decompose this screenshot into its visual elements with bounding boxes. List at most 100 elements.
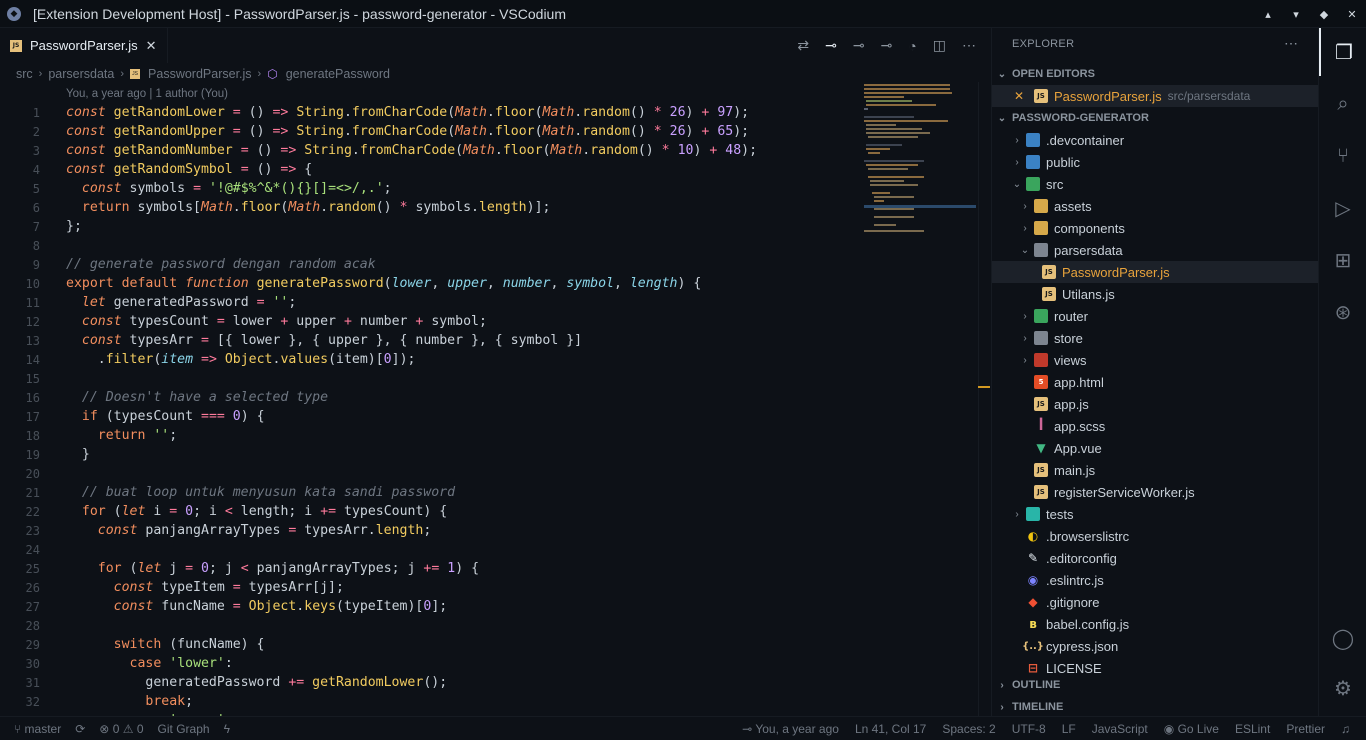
eslint-status[interactable]: ESLint (1235, 722, 1270, 736)
tree-item-passwordparser[interactable]: JS PasswordParser.js (992, 261, 1319, 283)
split-editor-icon[interactable]: ◫ (933, 37, 946, 54)
tree-item-parsersdata[interactable]: ⌄ parsersdata (992, 239, 1319, 261)
chevron-right-icon: › (1023, 310, 1027, 322)
git-graph-icon[interactable]: ⊛ (1319, 288, 1366, 336)
tree-item-app-vue[interactable]: ▼ App.vue (992, 437, 1319, 459)
language-mode[interactable]: JavaScript (1092, 722, 1148, 736)
timeline-section[interactable]: › TIMELINE (992, 696, 1319, 718)
cursor-position[interactable]: Ln 41, Col 17 (855, 722, 926, 736)
editor-scrollbar[interactable] (978, 82, 990, 716)
tree-item-registerserviceworker[interactable]: JS registerServiceWorker.js (992, 481, 1319, 503)
window-title: [Extension Development Host] - PasswordP… (33, 5, 566, 22)
tree-item-src[interactable]: ⌄ src (992, 173, 1319, 195)
indentation[interactable]: Spaces: 2 (942, 722, 995, 736)
code-line: 18 return ''; (0, 426, 860, 445)
tree-item-store[interactable]: › store (992, 327, 1319, 349)
tab-close-icon[interactable]: ✕ (146, 38, 157, 54)
open-editor-item[interactable]: ✕ JS PasswordParser.js src/parsersdata (992, 85, 1319, 107)
html-file-icon: 5 (1034, 375, 1048, 389)
tree-item-utilans[interactable]: JS Utilans.js (992, 283, 1319, 305)
restore-icon[interactable]: ◆ (1310, 8, 1338, 21)
previous-change-icon[interactable]: ⊸ (853, 37, 865, 54)
js-file-icon: JS (1034, 463, 1048, 477)
tree-item-label: components (1054, 220, 1125, 236)
tree-item-main-js[interactable]: JS main.js (992, 459, 1319, 481)
folder-icon (1026, 133, 1040, 147)
tree-item-babel-config[interactable]: ʙ babel.config.js (992, 613, 1319, 635)
tree-item-app-html[interactable]: 5 app.html (992, 371, 1319, 393)
breadcrumb-file[interactable]: PasswordParser.js (148, 67, 252, 81)
scrollbar-marker (978, 386, 990, 388)
line-number: 9 (32, 257, 40, 272)
source-control-icon[interactable]: ⑂ (1319, 132, 1366, 180)
code-line: 31 generatedPassword += getRandomLower()… (0, 673, 860, 692)
git-branch-icon: ⑂ (14, 722, 22, 736)
project-section[interactable]: ⌄ PASSWORD-GENERATOR (992, 107, 1319, 129)
next-change-icon[interactable]: ⊸ (881, 37, 893, 54)
code-line: 22 for (let i = 0; i < length; i += type… (0, 502, 860, 521)
more-actions-icon[interactable]: ⋯ (962, 37, 976, 54)
sync-icon[interactable]: ⟳ (75, 722, 85, 736)
tree-item-router[interactable]: › router (992, 305, 1319, 327)
minimap-slider[interactable] (864, 205, 976, 208)
run-debug-icon[interactable]: ▷ (1319, 184, 1366, 232)
notifications-icon[interactable]: ♫ (1341, 722, 1350, 736)
lightning-icon[interactable]: ϟ (224, 722, 230, 736)
open-editors-section[interactable]: ⌄ OPEN EDITORS (992, 63, 1319, 85)
breadcrumb-symbol[interactable]: generatePassword (286, 67, 390, 81)
breadcrumb-src[interactable]: src (16, 67, 33, 81)
tree-item-devcontainer[interactable]: › .devcontainer (992, 129, 1319, 151)
account-icon[interactable]: ◯ (1319, 614, 1366, 662)
collapse-icon[interactable]: ▴ (1254, 8, 1282, 21)
timeline-icon[interactable]: ◔ (908, 38, 916, 54)
tree-item-assets[interactable]: › assets (992, 195, 1319, 217)
code-editor[interactable]: You, a year ago | 1 author (You) 1 const … (0, 86, 860, 716)
prettier-status[interactable]: Prettier (1286, 722, 1325, 736)
explorer-icon[interactable]: ❐ (1319, 28, 1366, 76)
tree-item-eslintrc[interactable]: ◉ .eslintrc.js (992, 569, 1319, 591)
minimap[interactable] (862, 82, 978, 242)
tree-item-public[interactable]: › public (992, 151, 1319, 173)
outline-section[interactable]: › OUTLINE (992, 674, 1319, 696)
tree-item-browserslistrc[interactable]: ◐ .browserslistrc (992, 525, 1319, 547)
extensions-icon[interactable]: ⊞ (1319, 236, 1366, 284)
tree-item-app-js[interactable]: JS app.js (992, 393, 1319, 415)
activity-bar: ❐ ⌕ ⑂ ▷ ⊞ ⊛ ◯ ⚙ (1318, 28, 1366, 716)
close-icon[interactable]: ✕ (1012, 89, 1026, 103)
js-file-icon: JS (1034, 485, 1048, 499)
tree-item-label: App.vue (1054, 440, 1102, 456)
tree-item-components[interactable]: › components (992, 217, 1319, 239)
encoding[interactable]: UTF-8 (1012, 722, 1046, 736)
tree-item-editorconfig[interactable]: ✎ .editorconfig (992, 547, 1319, 569)
git-commit-icon[interactable]: ⊸ (825, 37, 837, 54)
branch-status[interactable]: ⑂ master (14, 722, 61, 736)
code-line: 14 .filter(item => Object.values(item)[0… (0, 350, 860, 369)
status-bar: ⑂ master ⟳ ⊗ 0 ⚠ 0 Git Graph ϟ ⊸ You, a … (0, 716, 1366, 740)
go-live-button[interactable]: ◉ Go Live (1164, 722, 1219, 736)
tree-item-tests[interactable]: › tests (992, 503, 1319, 525)
more-actions-icon[interactable]: ⋯ (1284, 35, 1298, 52)
codelens-blame[interactable]: You, a year ago | 1 author (You) (66, 88, 228, 100)
problems-status[interactable]: ⊗ 0 ⚠ 0 (99, 722, 143, 736)
tree-item-cypress-json[interactable]: {..} cypress.json (992, 635, 1319, 657)
vue-file-icon: ▼ (1036, 441, 1046, 455)
tree-item-views[interactable]: › views (992, 349, 1319, 371)
tab-passwordparser[interactable]: JS PasswordParser.js ✕ (0, 28, 168, 63)
code-line: 12 const typesCount = lower + upper + nu… (0, 312, 860, 331)
search-icon[interactable]: ⌕ (1319, 80, 1366, 128)
end-of-line[interactable]: LF (1062, 722, 1076, 736)
line-number: 17 (25, 409, 40, 424)
close-icon[interactable]: ✕ (1338, 8, 1366, 21)
breadcrumb-parsersdata[interactable]: parsersdata (48, 67, 114, 81)
tree-item-gitignore[interactable]: ◆ .gitignore (992, 591, 1319, 613)
minimize-icon[interactable]: ▾ (1282, 8, 1310, 21)
git-graph-status[interactable]: Git Graph (158, 722, 210, 736)
settings-gear-icon[interactable]: ⚙ (1319, 664, 1366, 712)
folder-icon (1034, 221, 1048, 235)
blame-status[interactable]: ⊸ You, a year ago (742, 722, 839, 736)
tree-item-app-scss[interactable]: ꟾ app.scss (992, 415, 1319, 437)
tab-label: PasswordParser.js (30, 38, 138, 53)
tree-item-label: main.js (1054, 462, 1096, 478)
compare-changes-icon[interactable]: ⇄ (797, 37, 809, 54)
line-number: 23 (25, 523, 40, 538)
